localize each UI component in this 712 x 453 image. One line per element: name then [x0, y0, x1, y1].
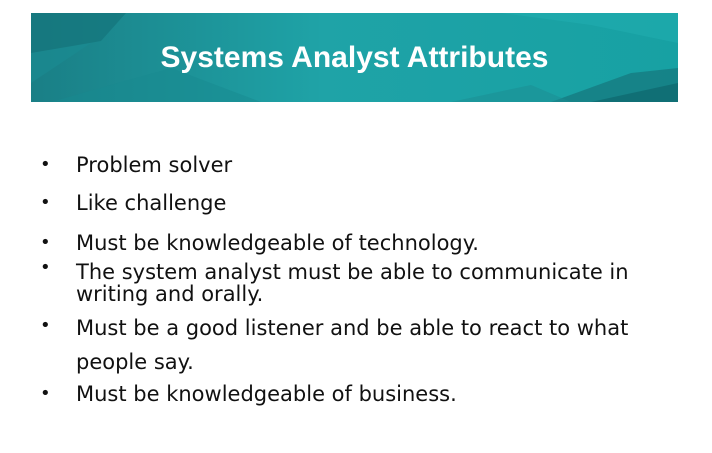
bullet-text: Must be knowledgeable of technology. [76, 231, 479, 255]
bullet-dot-icon: • [40, 154, 51, 175]
bullet-list: • Problem solver • Like challenge • Must… [40, 148, 690, 411]
slide-title: Systems Analyst Attributes [160, 41, 549, 74]
bullet-text: Must be a good listener and be able to r… [76, 316, 629, 374]
bullet-dot-icon: • [40, 232, 51, 253]
bullet-item: • Must be knowledgeable of technology. [40, 226, 690, 259]
bullet-item: • Problem solver [40, 148, 690, 186]
bullet-dot-icon: • [40, 315, 51, 336]
bullet-item: • Must be a good listener and be able to… [40, 309, 690, 377]
bullet-text: Must be knowledgeable of business. [76, 382, 457, 406]
bullet-text: Like challenge [76, 191, 227, 215]
bullet-item: • Must be knowledgeable of business. [40, 377, 690, 411]
bullet-item: • Like challenge [40, 186, 690, 226]
bullet-text: The system analyst must be able to commu… [76, 260, 629, 306]
title-banner: Systems Analyst Attributes [31, 13, 678, 102]
bullet-dot-icon: • [40, 192, 51, 213]
bullet-dot-icon: • [40, 383, 51, 404]
bullet-text: Problem solver [76, 153, 233, 177]
bullet-dot-icon: • [40, 257, 51, 278]
bullet-item: • The system analyst must be able to com… [40, 257, 690, 309]
